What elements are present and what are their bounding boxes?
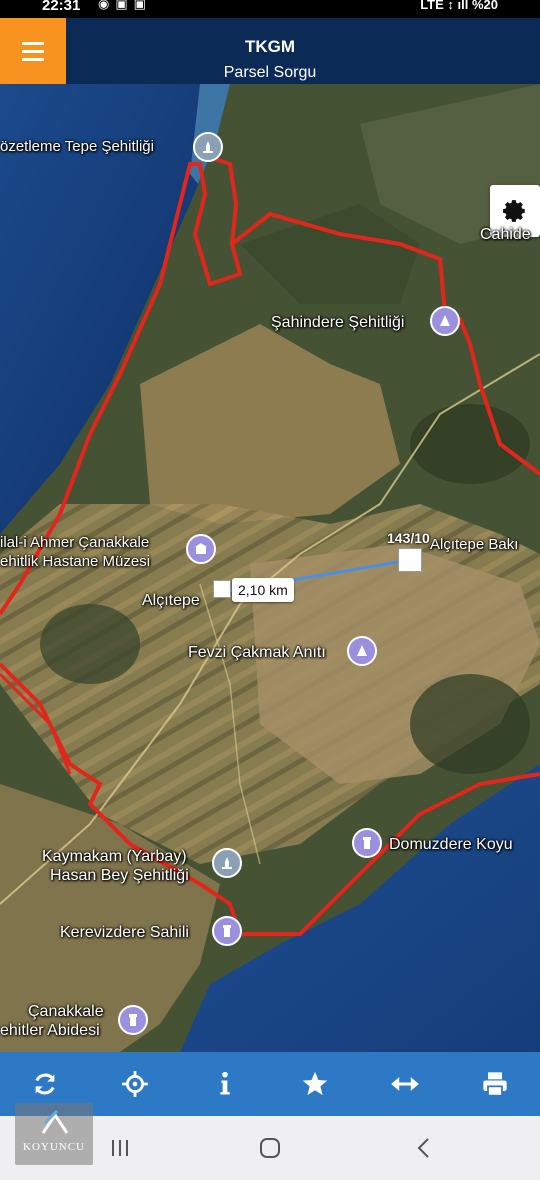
measure-start-marker[interactable] — [213, 580, 231, 598]
watermark-logo: KOYUNCU — [15, 1103, 93, 1165]
poi-label: özetleme Tepe Şehitliği — [0, 138, 154, 155]
poi-label: ehitlik Hastane Müzesi — [0, 553, 151, 570]
poi-label: Kaymakam (Yarbay) — [42, 848, 187, 865]
poi-label: Çanakkale — [28, 1003, 104, 1020]
refresh-button[interactable] — [20, 1059, 70, 1109]
poi-label: Domuzdere Koyu — [389, 836, 513, 853]
poi-label: Hasan Bey Şehitliği — [50, 867, 189, 884]
locate-button[interactable] — [110, 1059, 160, 1109]
favorite-button[interactable] — [290, 1059, 340, 1109]
recent-apps-button[interactable] — [100, 1134, 140, 1162]
poi-label: ehitler Abidesi — [0, 1022, 100, 1039]
monument-icon[interactable] — [193, 132, 223, 162]
pin-icon[interactable] — [347, 636, 377, 666]
poi-label: Fevzi Çakmak Anıtı — [188, 644, 326, 661]
info-icon — [220, 1071, 230, 1095]
poi-label: Alçıtepe Bakı — [430, 536, 519, 553]
poi-label: Şahindere Şehitliği — [271, 314, 405, 331]
satellite-map[interactable]: özetleme Tepe Şehitliği Cahide Şahindere… — [0, 84, 540, 1052]
pin-icon[interactable] — [430, 306, 460, 336]
poi-label: Kerevizdere Sahili — [60, 924, 189, 941]
tower-icon[interactable] — [352, 828, 382, 858]
app-subtitle: Parsel Sorgu — [223, 64, 317, 81]
tower-icon[interactable] — [118, 1005, 148, 1035]
crosshair-icon — [122, 1071, 148, 1097]
poi-label: Cahide — [480, 226, 531, 243]
star-icon — [302, 1071, 328, 1096]
print-button[interactable] — [470, 1059, 520, 1109]
status-network: LTE ↕ ıll %20 — [420, 0, 498, 12]
recent-apps-icon — [112, 1140, 128, 1156]
status-bar: 22:31 ◉▣▣ LTE ↕ ıll %20 — [0, 0, 540, 18]
koyuncu-logo-icon — [41, 1109, 69, 1134]
app-header: TKGM Parsel Sorgu — [0, 18, 540, 84]
poi-label: ilal-i Ahmer Çanakkale — [0, 534, 150, 551]
distance-label: 2,10 km — [232, 578, 294, 602]
notification-icons: ◉▣▣ — [98, 0, 152, 11]
watermark-text: KOYUNCU — [23, 1141, 85, 1153]
museum-icon[interactable] — [186, 534, 216, 564]
gear-icon — [503, 200, 525, 222]
measure-end-marker[interactable] — [398, 548, 422, 572]
parcel-number-label: 143/10 — [387, 530, 430, 546]
home-button[interactable] — [250, 1134, 290, 1162]
refresh-icon — [35, 1073, 55, 1095]
status-time: 22:31 — [42, 0, 81, 14]
monument-icon[interactable] — [212, 848, 242, 878]
info-button[interactable] — [200, 1059, 250, 1109]
back-icon — [417, 1138, 429, 1158]
print-icon — [483, 1072, 507, 1097]
poi-label: Alçıtepe — [142, 592, 200, 609]
measure-arrows-icon — [391, 1077, 419, 1091]
home-icon — [260, 1138, 280, 1158]
app-title: TKGM — [244, 37, 296, 56]
back-button[interactable] — [404, 1134, 444, 1162]
tower-icon[interactable] — [212, 916, 242, 946]
measure-button[interactable] — [380, 1059, 430, 1109]
